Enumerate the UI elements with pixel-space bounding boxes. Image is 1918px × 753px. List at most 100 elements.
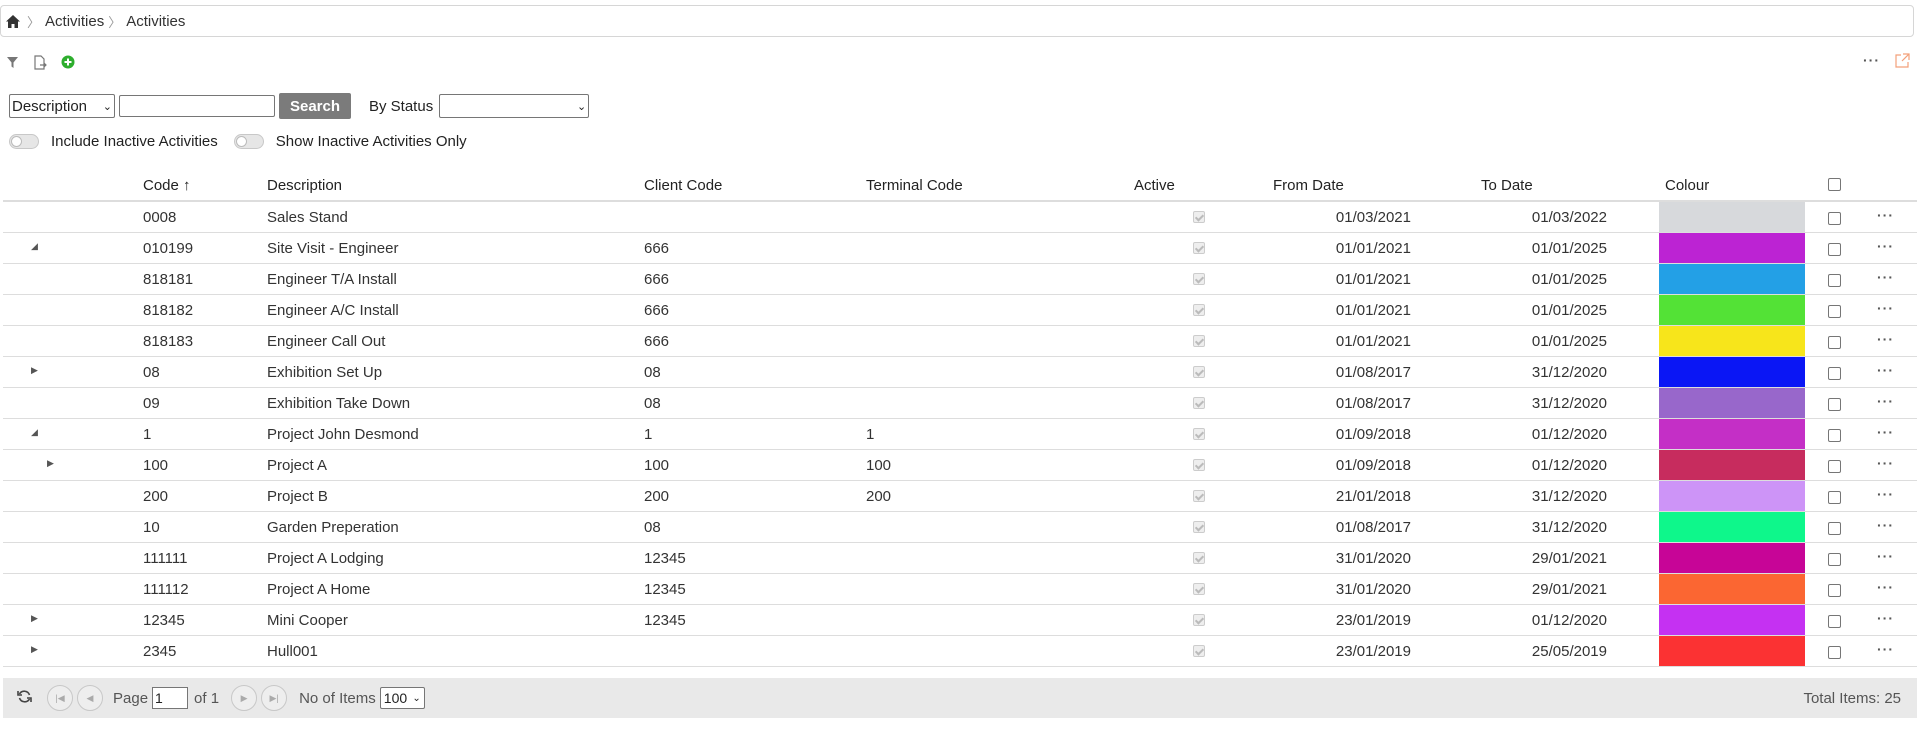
row-select-checkbox[interactable] <box>1828 615 1841 628</box>
row-select-checkbox[interactable] <box>1828 305 1841 318</box>
cell-code: 111112 <box>143 581 189 598</box>
table-row[interactable]: ◢ 1 Project John Desmond 1 1 01/09/2018 01/12/… <box>3 419 1917 450</box>
row-menu-icon[interactable]: ··· <box>1877 300 1894 316</box>
row-select-checkbox[interactable] <box>1828 336 1841 349</box>
row-menu-icon[interactable]: ··· <box>1877 393 1894 409</box>
row-select-checkbox[interactable] <box>1828 243 1841 256</box>
row-select-checkbox[interactable] <box>1828 584 1841 597</box>
column-header-terminal-code[interactable]: Terminal Code <box>866 177 963 194</box>
row-menu-icon[interactable]: ··· <box>1877 362 1894 378</box>
table-row[interactable]: 200 Project B 200 200 21/01/2018 31/12/2020 ··… <box>3 481 1917 512</box>
column-header-client-code[interactable]: Client Code <box>644 177 722 194</box>
cell-to-date: 31/12/2020 <box>1531 519 1607 536</box>
breadcrumb-item[interactable]: Activities <box>45 13 104 30</box>
row-select-checkbox[interactable] <box>1828 491 1841 504</box>
row-menu-icon[interactable]: ··· <box>1877 486 1894 502</box>
cell-from-date: 01/01/2021 <box>1335 333 1411 350</box>
status-select[interactable]: ⌄ <box>439 94 590 118</box>
row-select-checkbox[interactable] <box>1828 646 1841 659</box>
more-options-icon[interactable]: ··· <box>1863 52 1880 68</box>
row-menu-icon[interactable]: ··· <box>1877 579 1894 595</box>
expand-row-icon[interactable]: ▶ <box>31 613 43 627</box>
row-menu-icon[interactable]: ··· <box>1877 238 1894 254</box>
row-select-checkbox[interactable] <box>1828 553 1841 566</box>
table-row[interactable]: 818182 Engineer A/C Install 666 01/01/2021 0… <box>3 295 1917 326</box>
row-menu-icon[interactable]: ··· <box>1877 424 1894 440</box>
row-menu-icon[interactable]: ··· <box>1877 269 1894 285</box>
table-row[interactable]: ▶ 2345 Hull001 23/01/2019 25/05/2019 ··· <box>3 636 1917 667</box>
active-checkbox <box>1193 552 1205 564</box>
column-header-colour[interactable]: Colour <box>1665 177 1709 194</box>
inactive-only-toggle[interactable] <box>233 134 264 149</box>
table-row[interactable]: 10 Garden Preperation 08 01/08/2017 31/12/20… <box>3 512 1917 543</box>
active-checkbox <box>1193 614 1205 626</box>
cell-client-code: 666 <box>644 333 670 350</box>
cell-from-date: 01/09/2018 <box>1335 457 1411 474</box>
cell-code: 100 <box>143 457 169 474</box>
prev-page-button[interactable]: ◀ <box>77 685 103 711</box>
filter-icon[interactable] <box>4 54 20 70</box>
row-menu-icon[interactable]: ··· <box>1877 517 1894 533</box>
row-menu-icon[interactable]: ··· <box>1877 610 1894 626</box>
table-row[interactable]: 0008 Sales Stand 01/03/2021 01/03/2022 ··· <box>3 202 1917 233</box>
add-icon[interactable] <box>60 54 76 70</box>
column-header-from-date[interactable]: From Date <box>1273 177 1344 194</box>
table-row[interactable]: 818183 Engineer Call Out 666 01/01/2021 01/0… <box>3 326 1917 357</box>
table-row[interactable]: 09 Exhibition Take Down 08 01/08/2017 31/12/… <box>3 388 1917 419</box>
open-external-icon[interactable] <box>1894 52 1910 68</box>
column-header-description[interactable]: Description <box>267 177 342 194</box>
cell-description: Hull001 <box>267 643 318 660</box>
home-icon[interactable] <box>5 12 23 30</box>
active-checkbox <box>1193 304 1205 316</box>
inactive-only-label: Show Inactive Activities Only <box>275 133 467 150</box>
table-row[interactable]: 111111 Project A Lodging 12345 31/01/2020 29… <box>3 543 1917 574</box>
cell-client-code: 200 <box>644 488 670 505</box>
export-icon[interactable] <box>32 54 48 70</box>
row-select-checkbox[interactable] <box>1828 522 1841 535</box>
page-input[interactable]: 1 <box>152 687 189 709</box>
row-menu-icon[interactable]: ··· <box>1877 548 1894 564</box>
page-size-select[interactable]: 100 ⌄ <box>379 687 425 709</box>
column-header-code[interactable]: Code ↑ <box>143 177 191 194</box>
row-select-checkbox[interactable] <box>1828 429 1841 442</box>
search-button[interactable]: Search <box>279 93 351 119</box>
cell-client-code: 12345 <box>644 612 686 629</box>
table-row[interactable]: ▶ 100 Project A 100 100 01/09/2018 01/12/2020 ·… <box>3 450 1917 481</box>
column-header-to-date[interactable]: To Date <box>1481 177 1533 194</box>
table-row[interactable]: 111112 Project A Home 12345 31/01/2020 29/01… <box>3 574 1917 605</box>
row-menu-icon[interactable]: ··· <box>1877 641 1894 657</box>
select-all-checkbox[interactable] <box>1828 178 1841 191</box>
next-page-button[interactable]: ▶ <box>231 685 258 711</box>
column-header-active[interactable]: Active <box>1134 177 1175 194</box>
search-field-select[interactable]: Description ⌄ <box>9 94 115 118</box>
expand-row-icon[interactable]: ▶ <box>31 365 43 379</box>
refresh-icon[interactable] <box>17 689 32 708</box>
collapse-row-icon[interactable]: ◢ <box>31 241 43 255</box>
table-row[interactable]: ▶ 12345 Mini Cooper 12345 23/01/2019 01/12/20… <box>3 605 1917 636</box>
row-select-checkbox[interactable] <box>1828 460 1841 473</box>
include-inactive-toggle[interactable] <box>9 134 39 149</box>
active-checkbox <box>1193 521 1205 533</box>
row-select-checkbox[interactable] <box>1828 274 1841 287</box>
table-row[interactable]: ▶ 08 Exhibition Set Up 08 01/08/2017 31/12/20… <box>3 357 1917 388</box>
table-row[interactable]: ◢ 010199 Site Visit - Engineer 666 01/01/202… <box>3 233 1917 264</box>
collapse-row-icon[interactable]: ◢ <box>31 427 43 441</box>
search-input[interactable] <box>119 95 275 117</box>
cell-client-code: 08 <box>644 364 661 381</box>
row-menu-icon[interactable]: ··· <box>1877 331 1894 347</box>
page-count-label: of 1 <box>194 689 220 707</box>
row-menu-icon[interactable]: ··· <box>1877 207 1894 223</box>
row-menu-icon[interactable]: ··· <box>1877 455 1894 471</box>
cell-from-date: 23/01/2019 <box>1335 643 1411 660</box>
active-checkbox <box>1193 273 1205 285</box>
table-row[interactable]: 818181 Engineer T/A Install 666 01/01/2021 0… <box>3 264 1917 295</box>
cell-client-code: 100 <box>644 457 670 474</box>
row-select-checkbox[interactable] <box>1828 398 1841 411</box>
row-select-checkbox[interactable] <box>1828 212 1841 225</box>
first-page-button[interactable]: |◀ <box>47 685 73 711</box>
row-select-checkbox[interactable] <box>1828 367 1841 380</box>
last-page-button[interactable]: ▶| <box>261 685 288 711</box>
cell-from-date: 01/08/2017 <box>1335 364 1411 381</box>
expand-row-icon[interactable]: ▶ <box>31 644 43 658</box>
expand-row-icon[interactable]: ▶ <box>47 458 59 472</box>
